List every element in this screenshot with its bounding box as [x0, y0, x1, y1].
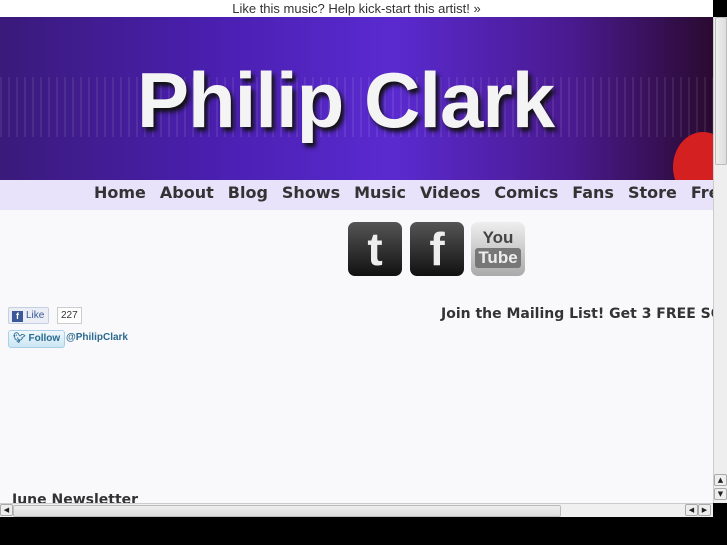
youtube-text-tube: Tube — [475, 248, 521, 268]
youtube-text-you: You — [482, 228, 514, 247]
nav-videos[interactable]: Videos — [420, 180, 480, 206]
vertical-scroll-thumb[interactable] — [715, 17, 727, 165]
scroll-left-button[interactable]: ◀ — [0, 504, 13, 516]
nav-home[interactable]: Home — [94, 180, 146, 206]
horizontal-scroll-thumb[interactable] — [13, 505, 561, 517]
nav-shows[interactable]: Shows — [282, 180, 340, 206]
artist-photo-fragment — [673, 132, 713, 180]
like-count: 227 — [57, 307, 82, 324]
facebook-like-button[interactable]: f Like — [8, 307, 50, 324]
scroll-up-button[interactable]: ▲ — [714, 474, 727, 486]
twitter-follow-button[interactable]: 🐦︎ Follow — [8, 330, 66, 348]
like-label: Like — [26, 310, 45, 321]
nav-store[interactable]: Store — [628, 180, 677, 206]
scroll-down-button[interactable]: ▼ — [714, 488, 727, 500]
bird-icon: 🐦︎ — [13, 333, 26, 344]
scroll-left-button-end[interactable]: ◀ — [685, 504, 698, 516]
newsletter-heading: June Newsletter — [12, 492, 139, 503]
follow-label: Follow — [28, 333, 61, 344]
nav-fans[interactable]: Fans — [572, 180, 614, 206]
page-viewport: Like this music? Help kick-start this ar… — [0, 0, 713, 503]
nav-free[interactable]: Free — [691, 180, 713, 206]
scroll-right-button[interactable]: ▶ — [698, 504, 711, 516]
main-nav: Home About Blog Shows Music Videos Comics Fans S… — [0, 180, 713, 210]
nav-about[interactable]: About — [160, 180, 214, 206]
facebook-small-icon: f — [12, 311, 23, 322]
nav-music[interactable]: Music — [354, 180, 406, 206]
kickstart-banner-link[interactable]: Like this music? Help kick-start this ar… — [0, 0, 713, 17]
site-title[interactable]: Philip Clark — [137, 55, 555, 146]
twitter-icon[interactable]: t — [348, 222, 402, 276]
vertical-scrollbar[interactable]: ▲ ▼ — [713, 17, 727, 503]
nav-blog[interactable]: Blog — [228, 180, 268, 206]
facebook-icon[interactable]: f — [410, 222, 464, 276]
twitter-handle-link[interactable]: @PhilipClark — [66, 332, 128, 343]
nav-comics[interactable]: Comics — [494, 180, 558, 206]
youtube-icon[interactable]: You Tube — [471, 222, 525, 276]
mailing-list-heading: Join the Mailing List! Get 3 FREE SONGS — [441, 306, 713, 322]
header-banner: Philip Clark — [0, 17, 713, 180]
horizontal-scrollbar[interactable]: ◀ ◀ ▶ — [0, 503, 713, 517]
